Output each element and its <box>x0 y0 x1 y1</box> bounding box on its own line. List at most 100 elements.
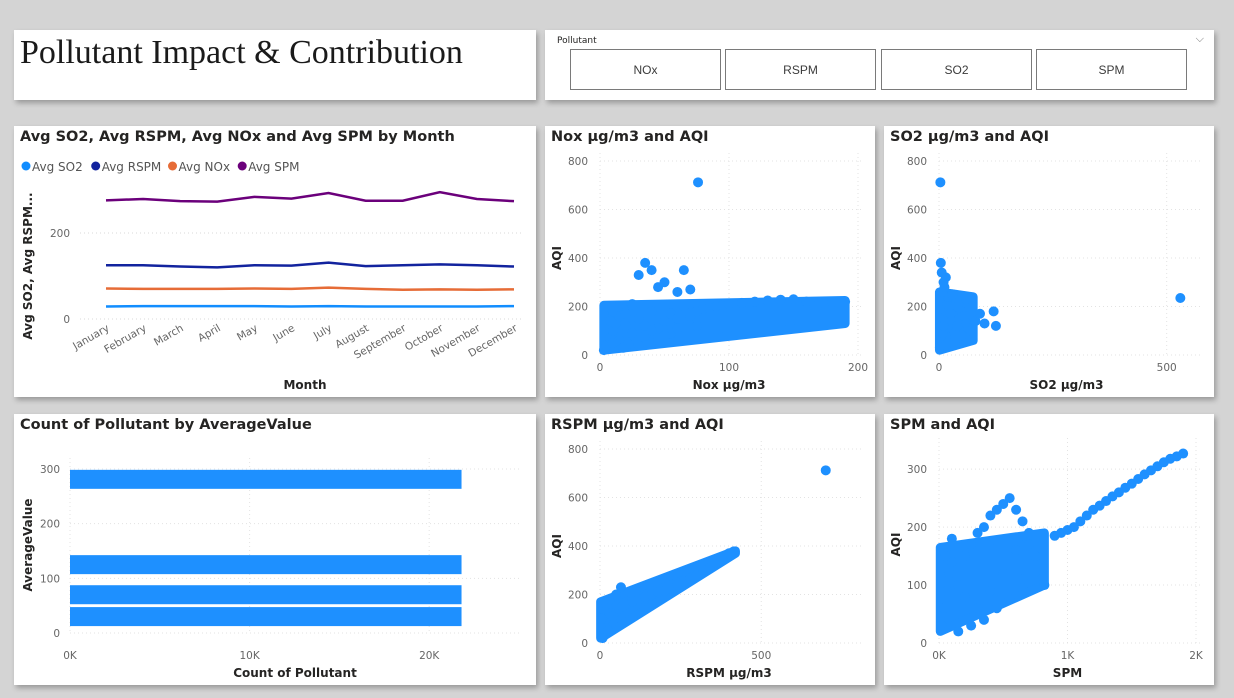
spm-aqi-scatter: 0 100 200 300 0K 1K 2K SPM AQI <box>889 438 1204 680</box>
y-tick-label: 200 <box>568 302 588 314</box>
x-tick-label: February <box>102 322 148 356</box>
data-point <box>1011 504 1022 515</box>
data-point <box>1011 545 1022 556</box>
slicer-label: Pollutant <box>557 36 597 46</box>
slicer-option-nox[interactable]: NOx <box>570 49 721 90</box>
data-point <box>672 286 683 297</box>
x-tick-label: March <box>152 322 186 348</box>
page-title: Pollutant Impact & Contribution <box>20 34 463 71</box>
chevron-down-icon[interactable]: ⌵ <box>1196 32 1204 46</box>
data-point <box>607 306 618 317</box>
y-tick-label: 400 <box>907 253 927 265</box>
data-point <box>939 282 950 293</box>
x-tick-label: 200 <box>848 362 868 374</box>
y-tick-label: 0 <box>63 314 70 326</box>
data-point <box>1175 293 1186 304</box>
legend-marker <box>21 161 31 171</box>
data-point <box>940 551 951 562</box>
bar <box>70 607 462 627</box>
bar <box>70 469 462 489</box>
data-point <box>972 603 983 614</box>
data-point <box>946 533 957 544</box>
data-point <box>633 340 644 351</box>
data-point <box>991 603 1002 614</box>
y-axis-label: AQI <box>550 534 564 558</box>
x-tick-label: 0 <box>597 362 604 374</box>
data-point <box>814 297 825 308</box>
data-point <box>620 308 631 319</box>
data-point <box>749 296 760 307</box>
data-point <box>728 546 739 557</box>
data-point <box>941 585 952 596</box>
data-point <box>840 296 851 307</box>
data-point <box>724 299 734 310</box>
data-point <box>935 257 946 268</box>
data-point <box>801 296 812 307</box>
y-tick-label: 800 <box>568 444 588 456</box>
bar-chart-card: Count of Pollutant by AverageValue 0 100 2… <box>14 414 536 685</box>
rspm-aqi-scatter: 0 200 400 600 800 0 500 RSPM µg/m3 AQI <box>550 441 864 680</box>
data-point <box>1023 539 1034 550</box>
data-point <box>762 295 773 306</box>
data-point <box>959 591 970 602</box>
x-tick-label: 2K <box>1189 650 1204 662</box>
y-tick-label: 200 <box>40 519 60 531</box>
y-tick-label: 200 <box>568 590 588 602</box>
so2-aqi-scatter: 0 200 400 600 800 0 500 SO2 µg/m3 AQI <box>889 153 1200 392</box>
data-point <box>646 265 657 276</box>
data-point <box>985 585 996 596</box>
x-tick-label: 10K <box>239 650 260 662</box>
y-tick-label: 600 <box>568 493 588 505</box>
y-tick-label: 0 <box>920 350 927 362</box>
data-point <box>966 620 977 631</box>
data-point <box>940 340 951 351</box>
data-point <box>953 580 964 591</box>
slicer-option-so2[interactable]: SO2 <box>881 49 1032 90</box>
data-point <box>961 294 972 305</box>
pollutant-slicer: Pollutant ⌵ NOx RSPM SO2 SPM <box>545 30 1214 100</box>
data-point <box>788 294 799 305</box>
y-tick-label: 400 <box>568 253 588 265</box>
x-tick-label: June <box>270 322 297 344</box>
data-point <box>627 299 638 310</box>
title-card: Pollutant Impact & Contribution <box>14 30 536 100</box>
data-point <box>672 323 683 334</box>
data-point <box>966 539 977 550</box>
data-point <box>1030 551 1041 562</box>
data-point <box>959 551 970 562</box>
y-tick-label: 200 <box>907 302 927 314</box>
data-point <box>693 177 704 188</box>
x-tick-label: 500 <box>751 650 771 662</box>
legend-marker <box>237 161 247 171</box>
series-line <box>106 261 515 269</box>
slicer-option-spm[interactable]: SPM <box>1036 49 1187 90</box>
data-point <box>615 582 626 593</box>
legend-label: Avg RSPM <box>102 160 162 174</box>
x-tick-label: April <box>196 322 223 344</box>
data-point <box>1004 594 1015 605</box>
data-point <box>1023 527 1034 538</box>
y-tick-label: 100 <box>907 580 927 592</box>
data-point <box>659 277 670 288</box>
data-point <box>605 316 616 327</box>
data-point <box>1178 448 1189 459</box>
data-point <box>603 625 614 636</box>
x-axis-label: RSPM µg/m3 <box>686 666 771 680</box>
x-tick-label: 1K <box>1061 650 1076 662</box>
y-axis-label: AQI <box>889 246 903 270</box>
data-point <box>956 330 967 341</box>
legend-marker <box>91 161 101 171</box>
y-axis-label: Avg SO2, Avg RSPM... <box>21 192 35 339</box>
y-tick-label: 0 <box>53 628 60 640</box>
x-tick-label: 0 <box>597 650 604 662</box>
y-tick-label: 800 <box>907 156 927 168</box>
slicer-option-rspm[interactable]: RSPM <box>725 49 876 90</box>
data-point <box>596 613 607 624</box>
data-point <box>944 568 955 579</box>
x-tick-label: July <box>311 322 334 342</box>
data-point <box>736 297 747 308</box>
x-tick-label: 0 <box>936 362 943 374</box>
data-point <box>678 265 689 276</box>
line-chart-card: Avg SO2, Avg RSPM, Avg NOx and Avg SPM b… <box>14 126 536 397</box>
legend-label: Avg NOx <box>179 160 231 174</box>
